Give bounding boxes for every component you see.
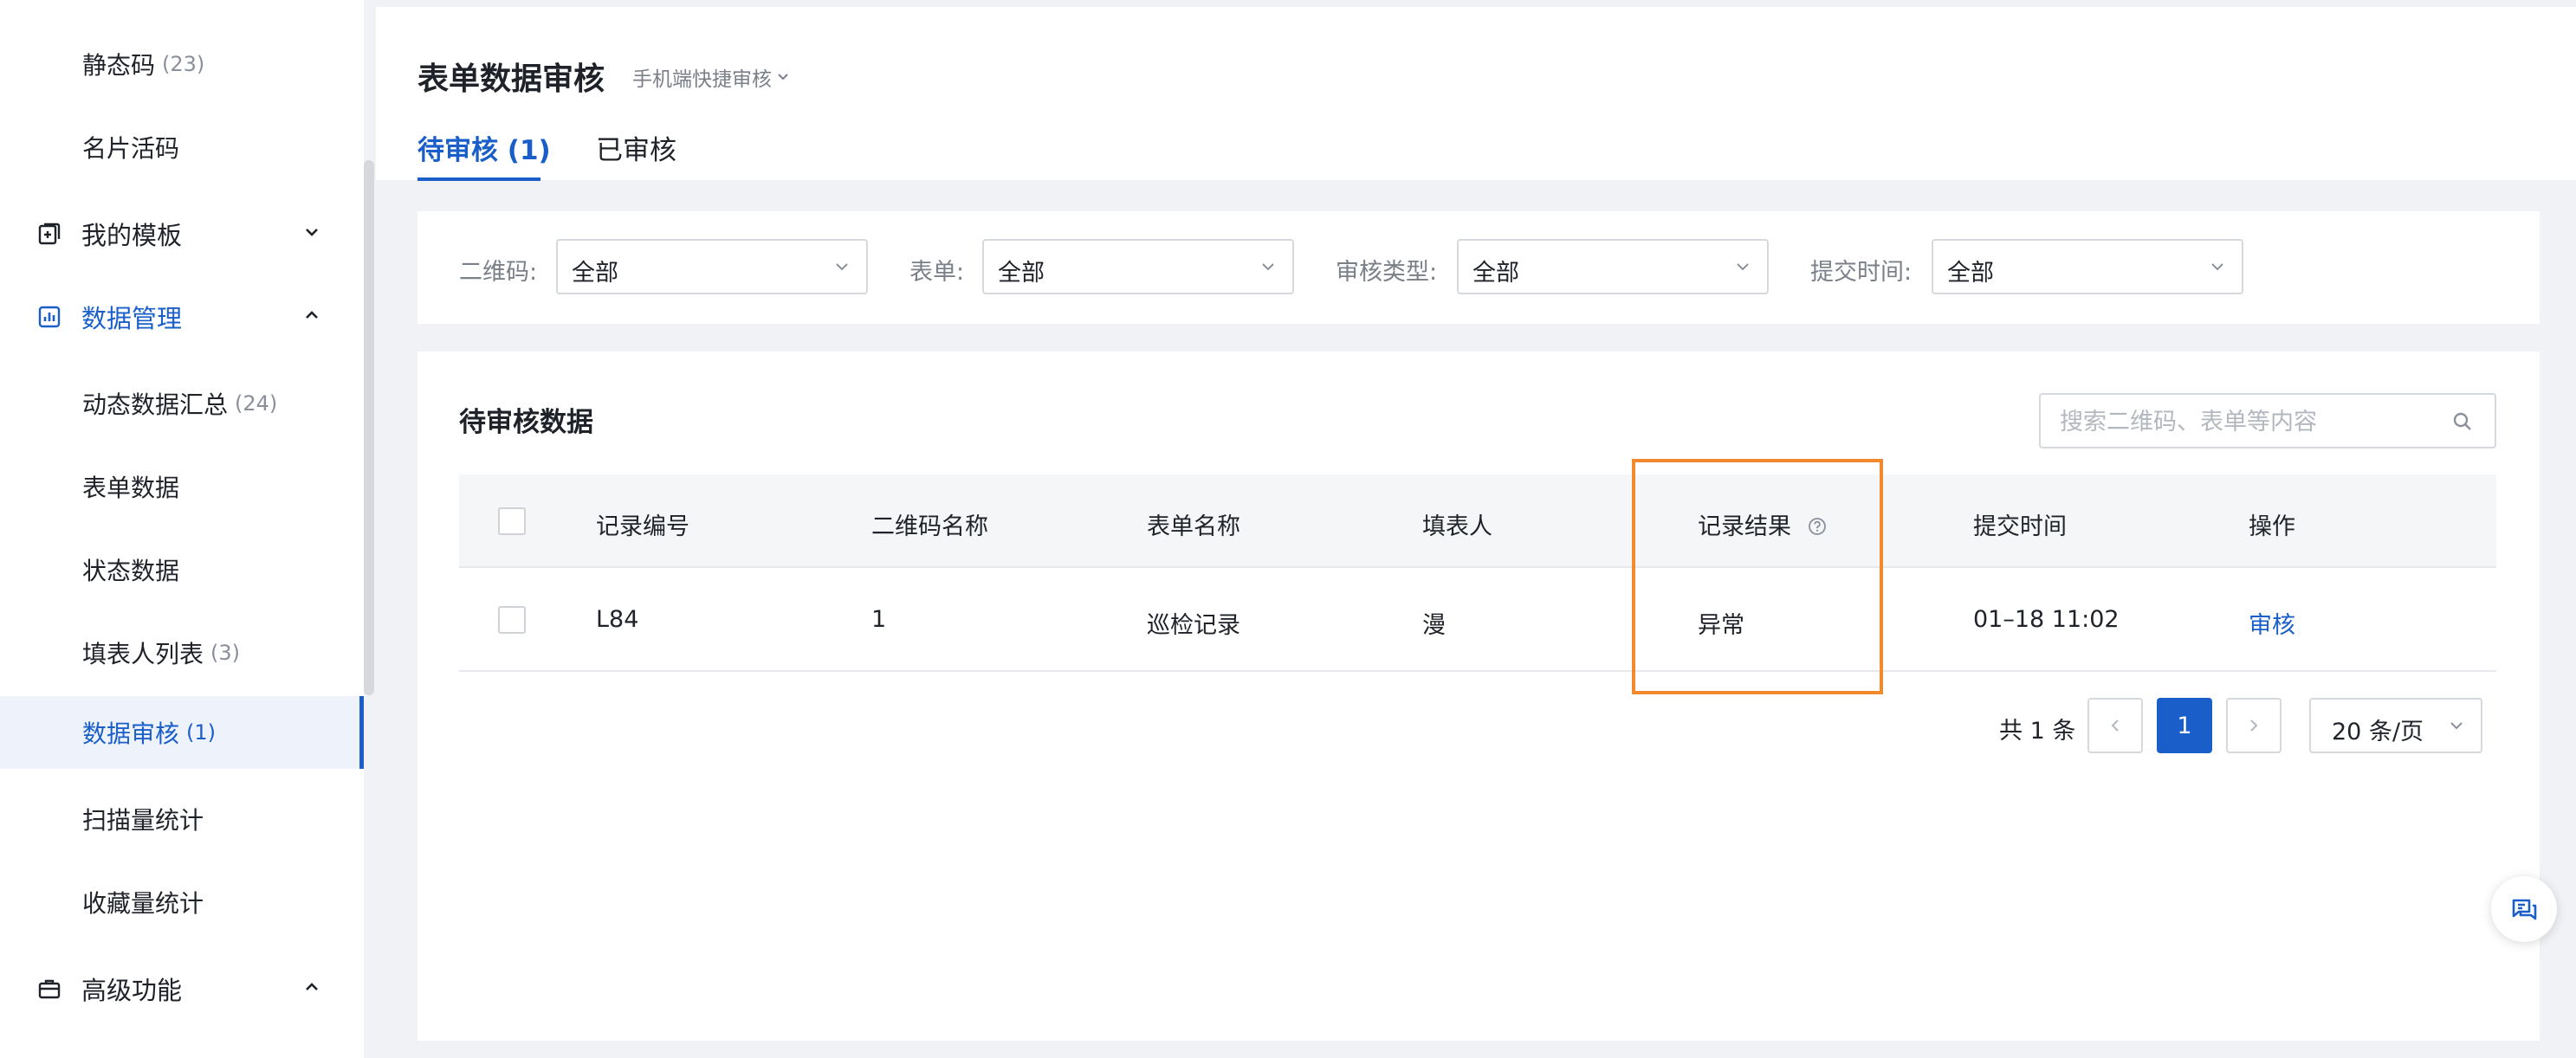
pagination-total: 共 1 条 [1999, 718, 2076, 745]
tab-reviewed[interactable]: 已审核 [596, 128, 676, 167]
chevron-down-icon [836, 263, 848, 271]
sidebar-item-count: (1) [186, 720, 217, 745]
chevron-up-icon [301, 977, 322, 997]
col-header-action: 操作 [2249, 513, 2295, 540]
pending-data-card: 待审核数据 记录编号 二维码名称 表单名称 填表人 记录结果 提交时间 操作 [417, 352, 2540, 1041]
filter-value: 全部 [1472, 260, 1519, 287]
chevron-up-icon [301, 305, 322, 326]
chevron-left-icon [2111, 719, 2119, 732]
filter-value: 全部 [1947, 260, 1994, 287]
chevron-down-icon [778, 74, 788, 81]
col-header-result: 记录结果 [1698, 507, 1827, 541]
cell-filler: 漫 [1422, 612, 1446, 639]
col-header-form-name: 表单名称 [1147, 513, 1240, 540]
sidebar-item-label: 名片活码 [82, 134, 180, 163]
filter-label-review-type: 审核类型: [1336, 259, 1438, 286]
select-all-checkbox[interactable] [498, 507, 526, 535]
filter-select-submit-time[interactable]: 全部 [1932, 239, 2243, 294]
sidebar-group-label: 我的模板 [81, 221, 183, 250]
page-size-value: 20 条/页 [2332, 719, 2424, 745]
next-page-button[interactable] [2226, 698, 2282, 753]
col-header-qr-name: 二维码名称 [871, 513, 988, 540]
sidebar-item-card-code[interactable]: 名片活码 [0, 107, 364, 187]
chevron-right-icon [2250, 719, 2258, 732]
prev-page-button[interactable] [2087, 698, 2143, 753]
filter-value: 全部 [572, 260, 618, 287]
cell-record-id: L84 [596, 606, 639, 633]
row-checkbox[interactable] [498, 606, 526, 634]
sidebar-item-label: 扫描量统计 [82, 806, 204, 835]
chevron-down-icon [2450, 722, 2463, 730]
chart-icon [36, 304, 62, 330]
sidebar-item-data-review[interactable]: 数据审核 (1) [0, 696, 364, 769]
filter-select-review-type[interactable]: 全部 [1457, 239, 1769, 294]
tab-pending[interactable]: 待审核 (1) [417, 128, 551, 167]
sidebar-item-count: (3) [210, 641, 241, 665]
cell-result: 异常 [1698, 612, 1744, 639]
filter-select-qr[interactable]: 全部 [556, 239, 868, 294]
filter-label-qr: 二维码: [459, 259, 538, 286]
col-header-result-label: 记录结果 [1698, 513, 1791, 540]
sidebar-item-label: 状态数据 [82, 557, 180, 585]
filter-bar: 二维码: 全部 表单: 全部 审核类型: 全部 提交时间: 全部 [417, 211, 2540, 324]
chevron-down-icon [1737, 263, 1749, 271]
search-icon[interactable] [2451, 410, 2474, 433]
table-row: L84 1 巡检记录 漫 异常 01–18 11:02 审核 [459, 570, 2496, 672]
mobile-review-label: 手机端快捷审核 [632, 68, 772, 91]
sidebar-item-label: 表单数据 [82, 474, 180, 502]
briefcase-icon [36, 976, 62, 1002]
sidebar-item-status-data[interactable]: 状态数据 [0, 530, 364, 610]
sidebar-group-label: 高级功能 [81, 976, 183, 1005]
sidebar-group-label: 数据管理 [81, 304, 183, 333]
sidebar-item-label: 填表人列表 [82, 640, 204, 668]
chevron-down-icon [301, 222, 322, 242]
sidebar-item-filler-list[interactable]: 填表人列表 (3) [0, 613, 364, 693]
sidebar-group-templates[interactable]: 我的模板 [0, 194, 364, 274]
col-header-submit-time: 提交时间 [1973, 513, 2067, 540]
cell-submit-time: 01–18 11:02 [1973, 606, 2120, 633]
page-title: 表单数据审核 [417, 61, 605, 97]
card-title: 待审核数据 [459, 407, 593, 438]
page-header: 表单数据审核 手机端快捷审核 待审核 (1) 已审核 [376, 7, 2576, 181]
sidebar-item-label: 动态数据汇总 [82, 390, 229, 419]
chat-icon [2512, 899, 2537, 920]
col-header-record-id: 记录编号 [596, 513, 689, 540]
top-divider [376, 0, 2576, 7]
template-icon [36, 221, 62, 247]
sidebar-item-fav-stats[interactable]: 收藏量统计 [0, 862, 364, 942]
page-size-select[interactable]: 20 条/页 [2309, 698, 2482, 753]
sidebar-group-data-management[interactable]: 数据管理 [0, 277, 364, 357]
search-box[interactable] [2039, 393, 2496, 448]
help-icon[interactable] [1808, 517, 1827, 536]
sidebar-item-static-code[interactable]: 静态码 (23) [0, 24, 364, 104]
sidebar-item-label: 收藏量统计 [82, 889, 204, 918]
sidebar-scrollbar[interactable] [364, 160, 374, 695]
sidebar-item-label: 静态码 [82, 51, 156, 80]
tab-active-indicator [417, 177, 540, 181]
chat-button[interactable] [2491, 876, 2557, 942]
sidebar-item-form-data[interactable]: 表单数据 [0, 447, 364, 526]
sidebar-item-scan-stats[interactable]: 扫描量统计 [0, 779, 364, 859]
filter-label-submit-time: 提交时间: [1810, 259, 1913, 286]
table-header: 记录编号 二维码名称 表单名称 填表人 记录结果 提交时间 操作 [459, 474, 2496, 568]
sidebar-item-dynamic-summary[interactable]: 动态数据汇总 (24) [0, 364, 364, 443]
filter-label-form: 表单: [909, 259, 965, 286]
sidebar: 静态码 (23) 名片活码 我的模板 数据管理 动态数据汇总 (24) 表单数据… [0, 0, 364, 1058]
filter-value: 全部 [998, 260, 1045, 287]
sidebar-item-label: 数据审核 [82, 719, 180, 748]
col-header-filler: 填表人 [1422, 513, 1492, 540]
chevron-down-icon [1262, 263, 1274, 271]
sidebar-item-count: (23) [162, 52, 205, 76]
chevron-down-icon [2211, 263, 2223, 271]
cell-form-name: 巡检记录 [1147, 612, 1240, 639]
review-action-link[interactable]: 审核 [2249, 606, 2295, 640]
mobile-review-link[interactable]: 手机端快捷审核 [632, 62, 789, 92]
sidebar-group-advanced[interactable]: 高级功能 [0, 949, 364, 1029]
sidebar-item-count: (24) [235, 391, 278, 416]
page-button-current[interactable]: 1 [2157, 698, 2212, 753]
cell-qr-name: 1 [871, 606, 887, 633]
filter-select-form[interactable]: 全部 [982, 239, 1294, 294]
app: 静态码 (23) 名片活码 我的模板 数据管理 动态数据汇总 (24) 表单数据… [0, 0, 2576, 1058]
search-input[interactable] [2060, 407, 2441, 436]
